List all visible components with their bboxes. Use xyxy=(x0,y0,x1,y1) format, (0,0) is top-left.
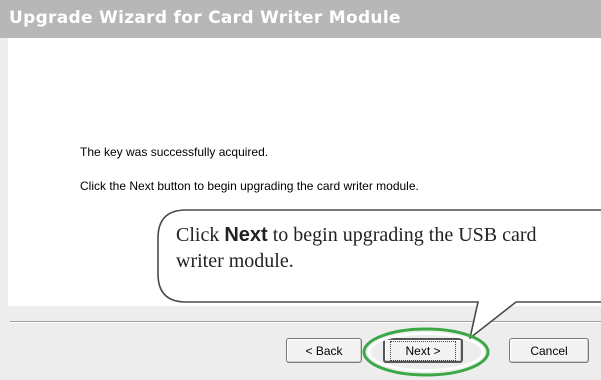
cancel-button[interactable]: Cancel xyxy=(509,338,589,363)
next-button[interactable]: Next > xyxy=(383,338,463,363)
callout-line-1: Click Next to begin upgrading the USB ca… xyxy=(176,222,601,248)
window-title: Upgrade Wizard for Card Writer Module xyxy=(9,8,401,28)
callout-bold-next: Next xyxy=(224,224,268,246)
next-instruction-message: Click the Next button to begin upgrading… xyxy=(80,179,419,193)
callout-line1-suffix: to begin upgrading the USB card xyxy=(267,224,537,246)
title-bar[interactable]: Upgrade Wizard for Card Writer Module xyxy=(0,0,601,38)
callout-text: Click Next to begin upgrading the USB ca… xyxy=(176,222,601,274)
key-acquired-message: The key was successfully acquired. xyxy=(80,145,269,159)
back-button-label: < Back xyxy=(305,343,343,358)
cancel-button-label: Cancel xyxy=(530,343,568,358)
callout-line-2: writer module. xyxy=(176,250,294,272)
back-button[interactable]: < Back xyxy=(286,338,362,363)
footer-separator xyxy=(10,321,601,323)
wizard-window: Upgrade Wizard for Card Writer Module Th… xyxy=(0,0,601,380)
callout-prefix: Click xyxy=(176,224,225,246)
next-button-label: Next > xyxy=(390,340,456,361)
